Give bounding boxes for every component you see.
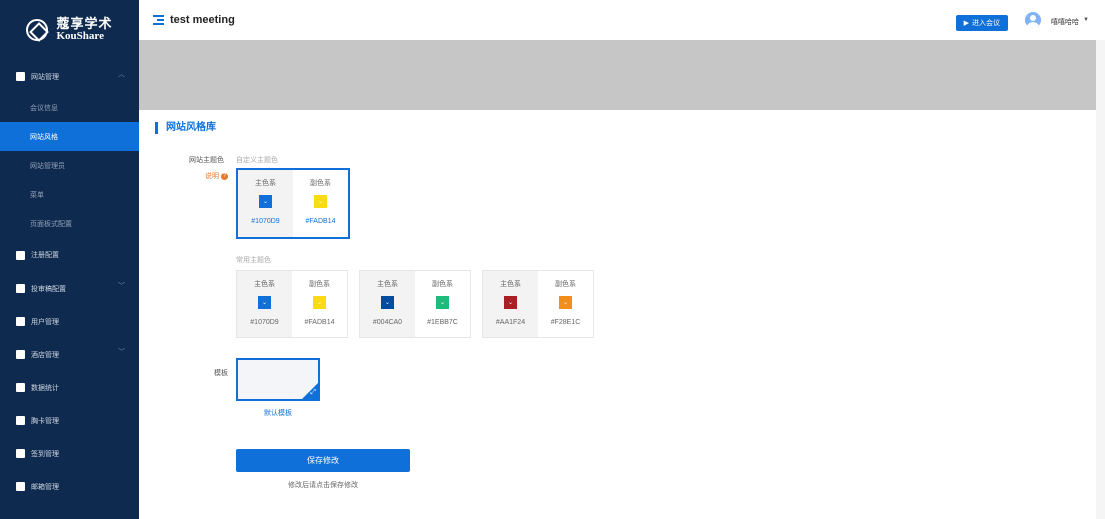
note-label[interactable]: 说明 ? bbox=[205, 171, 228, 181]
primary-swatch[interactable]: ⌄ bbox=[259, 195, 272, 208]
secondary-hex: #1EBB7C bbox=[427, 319, 458, 326]
checkin-icon bbox=[16, 449, 25, 458]
sidebar-group-users[interactable]: 用户管理 bbox=[0, 305, 139, 338]
sidebar-item-site-admin[interactable]: 网站管理员 bbox=[0, 151, 139, 180]
document-icon bbox=[16, 250, 25, 260]
primary-hex: #1070D9 bbox=[250, 319, 279, 326]
main-content: 网站风格库 网站主题色 自定义主题色 说明 ? 主色系 ⌄ #1070D9 副色… bbox=[139, 110, 1105, 519]
menu-toggle-icon[interactable] bbox=[153, 15, 164, 25]
enter-meeting-button[interactable]: ▶ 进入会议 bbox=[955, 15, 1008, 31]
secondary-label: 副色系 bbox=[555, 281, 576, 288]
section-title: 网站风格库 bbox=[155, 122, 216, 134]
template-label: 模板 bbox=[214, 370, 228, 377]
primary-label: 主色系 bbox=[500, 281, 521, 288]
primary-swatch: ⌄ bbox=[381, 296, 394, 309]
secondary-label: 副色系 bbox=[309, 281, 330, 288]
secondary-swatch: ⌄ bbox=[559, 296, 572, 309]
user-name[interactable]: 嘻嘻哈哈 bbox=[1051, 17, 1079, 27]
badge-icon bbox=[16, 416, 25, 425]
common-theme-card-3[interactable]: 主色系 ⌄ #AA1F24 副色系 ⌄ #F28E1C bbox=[482, 270, 594, 338]
sidebar-group-label: 网站管理 bbox=[31, 73, 59, 81]
sidebar-group-label: 用户管理 bbox=[31, 318, 59, 326]
secondary-label: 副色系 bbox=[432, 281, 453, 288]
caret-down-icon[interactable]: ▼ bbox=[1083, 17, 1089, 23]
selected-theme-card[interactable]: 主色系 ⌄ #1070D9 副色系 ⌄ #FADB14 bbox=[236, 168, 350, 239]
secondary-swatch[interactable]: ⌄ bbox=[314, 195, 327, 208]
common-theme-card-1[interactable]: 主色系 ⌄ #1070D9 副色系 ⌄ #FADB14 bbox=[236, 270, 348, 338]
logo-icon bbox=[26, 19, 49, 41]
mail-icon bbox=[16, 482, 25, 491]
expand-icon[interactable]: ⤢ bbox=[310, 389, 316, 397]
logo-en: KouShare bbox=[56, 30, 104, 42]
sidebar-group-label: 投审稿配置 bbox=[31, 285, 66, 293]
primary-swatch: ⌄ bbox=[504, 296, 517, 309]
primary-hex: #004CA0 bbox=[372, 319, 403, 326]
sidebar-item-menu[interactable]: 菜单 bbox=[0, 180, 139, 209]
common-theme-label: 常用主题色 bbox=[236, 257, 271, 264]
sidebar-item-site-style[interactable]: 网站风格 bbox=[0, 122, 139, 151]
secondary-hex: #FADB14 bbox=[304, 319, 335, 326]
banner-image bbox=[139, 40, 1105, 110]
sidebar-group-label: 数据统计 bbox=[31, 384, 59, 392]
secondary-swatch: ⌄ bbox=[313, 296, 326, 309]
note-text: 说明 bbox=[205, 173, 219, 180]
logo-cn: 蔻享学术 bbox=[56, 16, 113, 31]
save-hint: 修改后请点击保存修改 bbox=[288, 482, 358, 489]
sidebar-group-checkin[interactable]: 签到管理 bbox=[0, 437, 139, 470]
sidebar-group-hotel[interactable]: 酒店管理 ﹀ bbox=[0, 338, 139, 371]
primary-hex: #1070D9 bbox=[251, 218, 280, 225]
sidebar-group-submission[interactable]: 投审稿配置 ﹀ bbox=[0, 272, 139, 305]
chevron-up-icon: ︿ bbox=[118, 71, 125, 78]
sidebar-group-label: 邮箱管理 bbox=[31, 483, 59, 491]
sidebar-group-mail[interactable]: 邮箱管理 bbox=[0, 470, 139, 503]
chevron-down-icon: ﹀ bbox=[118, 349, 125, 356]
primary-hex: #AA1F24 bbox=[495, 319, 526, 326]
sidebar: 蔻享学术 KouShare 网站管理 ︿ 会议信息 网站风格 网站管理员 菜单 … bbox=[0, 0, 139, 519]
secondary-swatch: ⌄ bbox=[436, 296, 449, 309]
page-title: test meeting bbox=[170, 14, 235, 26]
sidebar-group-label: 签到管理 bbox=[31, 450, 59, 458]
avatar[interactable] bbox=[1025, 12, 1041, 28]
enter-meeting-label: 进入会议 bbox=[972, 20, 1000, 27]
primary-label: 主色系 bbox=[254, 281, 275, 288]
secondary-label: 副色系 bbox=[310, 180, 331, 187]
sidebar-group-site[interactable]: 网站管理 ︿ bbox=[0, 60, 139, 93]
sidebar-item-page-layout[interactable]: 页面板式配置 bbox=[0, 209, 139, 238]
save-button[interactable]: 保存修改 bbox=[236, 449, 410, 472]
sidebar-group-stats[interactable]: 数据统计 bbox=[0, 371, 139, 404]
secondary-hex: #F28E1C bbox=[550, 319, 581, 326]
hotel-icon bbox=[16, 350, 25, 359]
primary-swatch: ⌄ bbox=[258, 296, 271, 309]
scrollbar[interactable] bbox=[1096, 40, 1105, 519]
users-icon bbox=[16, 317, 25, 326]
secondary-hex: #FADB14 bbox=[305, 218, 336, 225]
stats-icon bbox=[16, 383, 25, 392]
logo[interactable]: 蔻享学术 KouShare bbox=[0, 0, 139, 60]
home-icon bbox=[16, 72, 25, 81]
question-icon: ? bbox=[221, 172, 228, 180]
primary-label: 主色系 bbox=[255, 180, 276, 187]
template-card-default[interactable]: ⤢ bbox=[236, 358, 320, 401]
common-theme-card-2[interactable]: 主色系 ⌄ #004CA0 副色系 ⌄ #1EBB7C bbox=[359, 270, 471, 338]
template-name[interactable]: 默认模板 bbox=[236, 408, 320, 418]
sidebar-item-meeting-info[interactable]: 会议信息 bbox=[0, 93, 139, 122]
primary-label: 主色系 bbox=[377, 281, 398, 288]
top-header: test meeting ▶ 进入会议 嘻嘻哈哈 ▼ bbox=[139, 0, 1105, 40]
paper-icon bbox=[16, 284, 25, 293]
sidebar-group-label: 酒店管理 bbox=[31, 351, 59, 359]
sidebar-group-label: 胸卡管理 bbox=[31, 417, 59, 425]
sidebar-group-label: 注册配置 bbox=[31, 252, 59, 259]
chevron-down-icon: ﹀ bbox=[118, 283, 125, 290]
sidebar-group-badge[interactable]: 胸卡管理 bbox=[0, 404, 139, 437]
sidebar-group-registration[interactable]: 注册配置 bbox=[0, 238, 139, 272]
theme-color-label: 网站主题色 bbox=[189, 157, 224, 164]
play-icon: ▶ bbox=[963, 20, 969, 27]
custom-theme-link[interactable]: 自定义主题色 bbox=[236, 155, 278, 165]
